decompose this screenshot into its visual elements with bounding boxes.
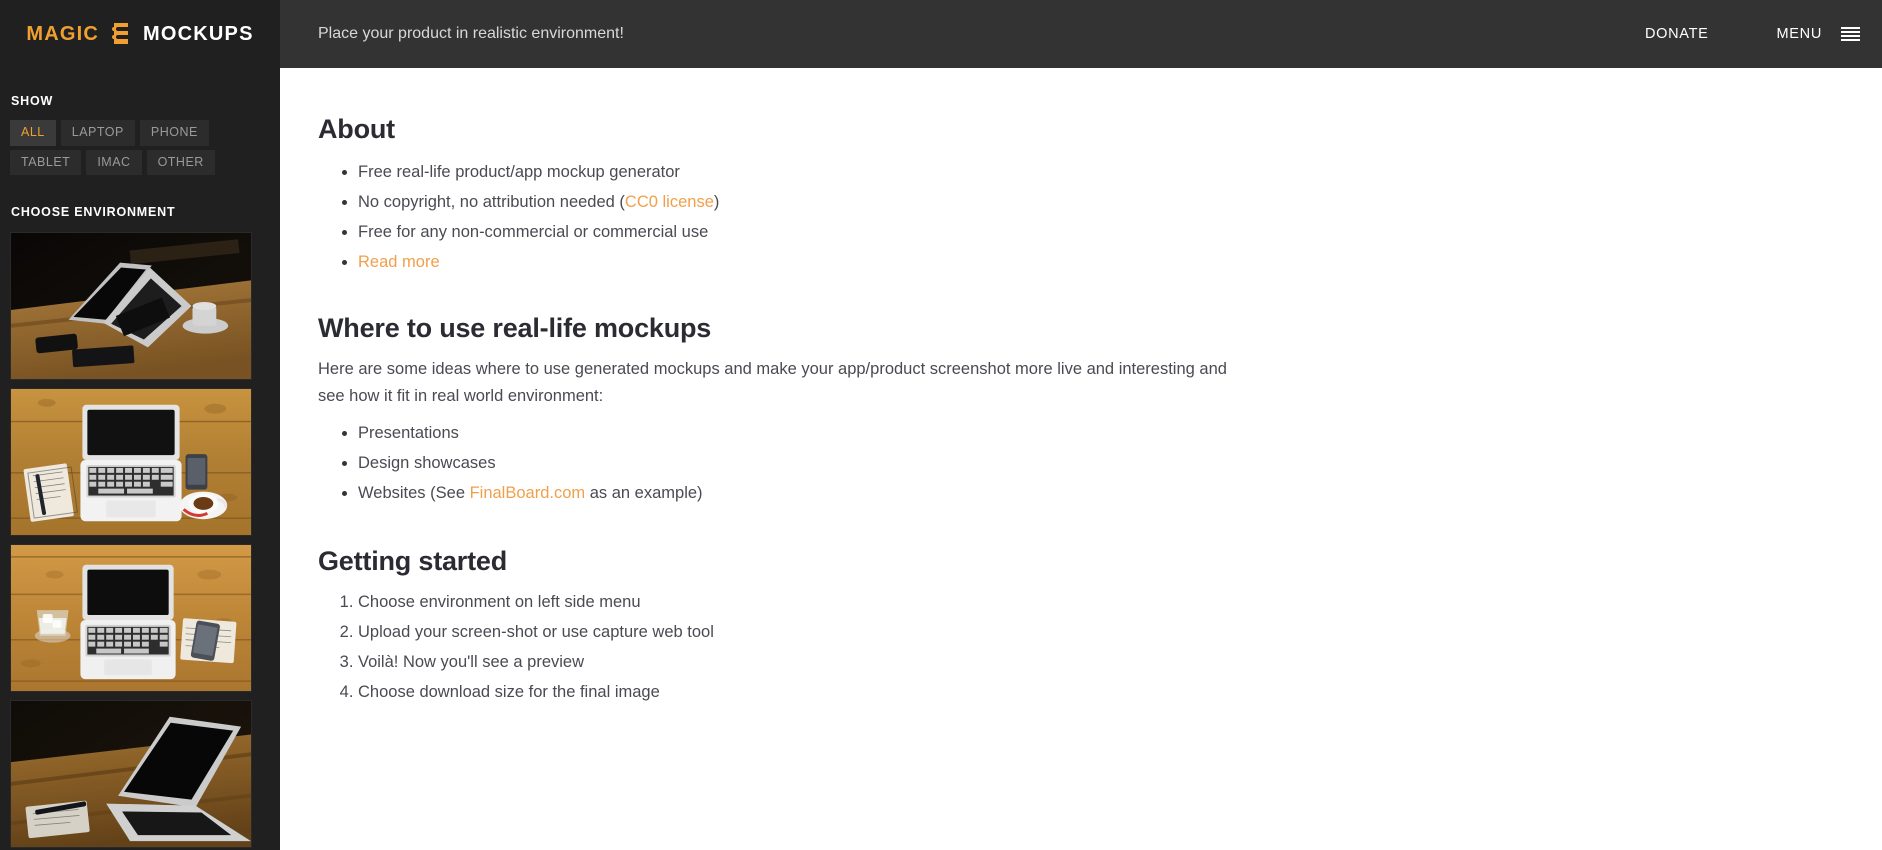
environment-thumbnail[interactable] [10,388,252,536]
environment-thumbnail[interactable] [10,700,252,848]
about-item-text: Free for any non-commercial or commercia… [358,223,708,241]
usage-item-text: Design showcases [358,454,496,472]
menu-button[interactable]: MENU [1767,18,1869,50]
section-paragraph: Here are some ideas where to use generat… [318,356,1248,409]
top-header: MAGIC MOCKUPS Place your product in real… [0,0,1882,68]
finalboard-link[interactable]: FinalBoard.com [470,484,586,502]
about-item-suffix: ) [714,193,720,211]
about-item-prefix: No copyright, no attribution needed ( [358,193,625,211]
step-text: Voilà! Now you'll see a preview [358,653,584,671]
section-where-to-use: Where to use real-life mockups Here are … [318,313,1882,506]
hamburger-icon [1841,27,1860,42]
usage-item-prefix: Websites (See [358,484,470,502]
main-content: About Free real-life product/app mockup … [280,68,1882,850]
header-tagline: Place your product in realistic environm… [318,25,624,43]
header-actions: DONATE MENU [1635,18,1882,50]
brand-mockups-text: MOCKUPS [143,23,254,46]
where-to-use-list: Presentations Design showcases Websites … [340,420,1882,506]
environment-thumbnail[interactable] [10,232,252,380]
section-getting-started: Getting started Choose environment on le… [318,546,1882,705]
list-item: Voilà! Now you'll see a preview [358,649,1882,675]
filter-imac[interactable]: IMAC [86,150,141,176]
read-more-link[interactable]: Read more [358,253,440,271]
filter-other[interactable]: OTHER [147,150,215,176]
getting-started-list: Choose environment on left side menu Upl… [340,589,1882,705]
usage-item-text: Presentations [358,424,459,442]
choose-environment-label: CHOOSE ENVIRONMENT [10,205,270,219]
about-item-text: Free real-life product/app mockup genera… [358,163,680,181]
list-item: Choose download size for the final image [358,679,1882,705]
section-heading: Where to use real-life mockups [318,313,1882,344]
brand-magic-text: MAGIC [26,23,99,46]
section-heading: Getting started [318,546,1882,577]
filter-phone[interactable]: PHONE [140,120,209,146]
filter-laptop[interactable]: LAPTOP [61,120,135,146]
list-item: Read more [358,249,1882,275]
filter-all[interactable]: ALL [10,120,56,146]
show-label: SHOW [10,94,270,108]
section-about: About Free real-life product/app mockup … [318,114,1882,275]
list-item: Presentations [358,420,1882,446]
list-item: Design showcases [358,450,1882,476]
list-item: No copyright, no attribution needed (CC0… [358,189,1882,215]
list-item: Websites (See FinalBoard.com as an examp… [358,480,1882,506]
donate-link[interactable]: DONATE [1635,18,1719,50]
brand-logo[interactable]: MAGIC MOCKUPS [0,0,280,68]
menu-label: MENU [1767,18,1833,50]
filter-button-group: ALL LAPTOP PHONE TABLET IMAC OTHER [10,120,260,175]
step-text: Choose environment on left side menu [358,593,641,611]
filter-tablet[interactable]: TABLET [10,150,81,176]
step-text: Choose download size for the final image [358,683,660,701]
environment-thumbnail[interactable] [10,544,252,692]
usage-item-suffix: as an example) [585,484,702,502]
list-item: Upload your screen-shot or use capture w… [358,619,1882,645]
left-sidebar: SHOW ALL LAPTOP PHONE TABLET IMAC OTHER … [0,68,280,850]
step-text: Upload your screen-shot or use capture w… [358,623,714,641]
environment-thumbnail-list [10,232,270,848]
cc0-license-link[interactable]: CC0 license [625,193,714,211]
list-item: Choose environment on left side menu [358,589,1882,615]
list-item: Free real-life product/app mockup genera… [358,159,1882,185]
stacked-s-logo-icon [111,22,131,46]
about-list: Free real-life product/app mockup genera… [340,159,1882,275]
list-item: Free for any non-commercial or commercia… [358,219,1882,245]
page-title: About [318,114,1882,145]
